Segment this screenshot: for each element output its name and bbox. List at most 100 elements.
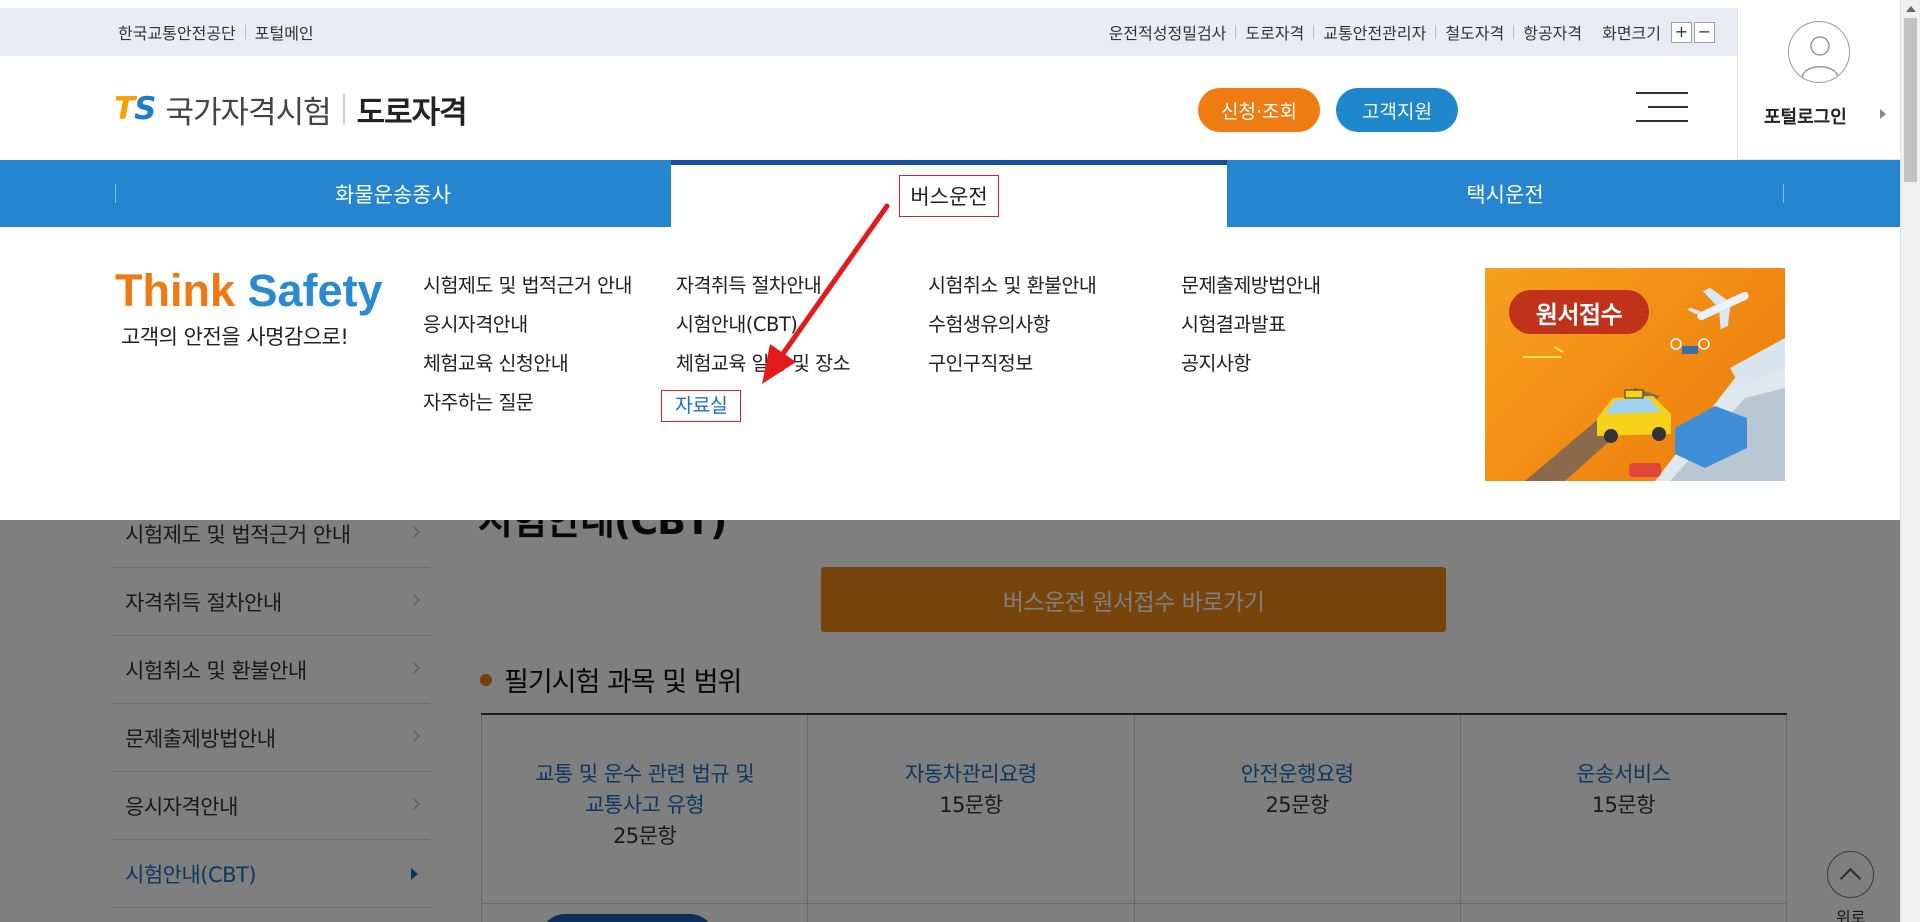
- question-count: 25문항: [612, 824, 677, 848]
- user-icon: [1788, 21, 1850, 83]
- section-title: 필기시험 과목 및 범위: [480, 660, 742, 699]
- portal-login-label: 포털로그인: [1764, 107, 1847, 128]
- menu-line: [1648, 106, 1688, 108]
- utility-right: 운전적성정밀검사 도로자격 교통안전관리자 철도자격 항공자격 화면크기 + −: [1109, 8, 1737, 56]
- zoom-out-button[interactable]: −: [1694, 21, 1715, 43]
- traffic-safety-manager-link[interactable]: 교통안전관리자: [1323, 20, 1426, 44]
- logo-section: 도로자격: [356, 94, 468, 131]
- nav-cargo[interactable]: 화물운송종사: [115, 160, 671, 227]
- sidebar: 시험제도 및 법적근거 안내 자격취득 절차안내 시험취소 및 환불안내 문제출…: [112, 520, 430, 908]
- menu-item[interactable]: 시험결과발표: [1181, 312, 1321, 351]
- caret-right-icon: [1880, 109, 1886, 119]
- ts-logo-mark: TS: [114, 91, 157, 127]
- menu-column-2: 자격취득 절차안내 시험안내(CBT) 체험교육 일정 및 장소 자료실: [661, 273, 851, 429]
- divider: [1235, 25, 1237, 39]
- table-next-row: [481, 903, 1787, 922]
- scroll-thumb[interactable]: [1904, 18, 1917, 182]
- slogan-safety: Safety: [247, 265, 383, 316]
- logo-title: 국가자격시험: [165, 94, 331, 131]
- mega-menu: Think Safety 고객의 안전을 사명감으로! 시험제도 및 법적근거 …: [0, 227, 1900, 520]
- divider: [244, 25, 246, 39]
- sidebar-item[interactable]: 자격취득 절차안내: [112, 568, 430, 636]
- logo-divider: [342, 94, 345, 124]
- railway-qualification-link[interactable]: 철도자격: [1445, 20, 1504, 44]
- utility-left: 한국교통안전공단 포털메인: [118, 8, 314, 56]
- menu-item[interactable]: 수험생유의사항: [928, 312, 1096, 351]
- aviation-qualification-link[interactable]: 항공자격: [1523, 20, 1582, 44]
- table-cell: 운송서비스 15문항: [1461, 715, 1787, 922]
- portal-login[interactable]: 포털로그인: [1737, 8, 1902, 160]
- scrollbar[interactable]: [1900, 0, 1920, 922]
- customer-support-button[interactable]: 고객지원: [1336, 88, 1458, 132]
- question-count: 15문항: [1591, 793, 1656, 817]
- scroll-top-label: 위로: [1836, 908, 1866, 922]
- subject-name: 운송서비스: [1576, 762, 1671, 786]
- page-body: 시험제도 및 법적근거 안내 자격취득 절차안내 시험취소 및 환불안내 문제출…: [0, 520, 1900, 922]
- sidebar-item-label: 문제출제방법안내: [125, 726, 276, 751]
- site-logo[interactable]: TS 국가자격시험 도로자격: [114, 86, 468, 132]
- divider: [1513, 25, 1515, 39]
- menu-item[interactable]: 시험제도 및 법적근거 안내: [423, 273, 632, 312]
- chevron-right-icon: [408, 662, 420, 674]
- page-title: 시험안내(CBT): [478, 520, 727, 543]
- nav-label: 버스운전: [899, 175, 999, 217]
- menu-item[interactable]: 시험안내(CBT): [676, 312, 850, 351]
- nav-bus[interactable]: 버스운전: [671, 160, 1227, 227]
- sidebar-item-label: 시험취소 및 환불안내: [125, 658, 307, 683]
- nav-label: 화물운송종사: [335, 182, 451, 207]
- bullet-icon: [480, 673, 492, 686]
- question-count: 15문항: [939, 793, 1003, 817]
- menu-item-archive-row: 자료실: [661, 390, 850, 429]
- scroll-up-icon[interactable]: [1906, 6, 1916, 12]
- sidebar-item[interactable]: 문제출제방법안내: [112, 704, 430, 772]
- question-count: 25문항: [1265, 793, 1329, 817]
- menu-icon[interactable]: [1636, 92, 1688, 124]
- menu-item[interactable]: 체험교육 신청안내: [423, 351, 632, 390]
- sidebar-item-label: 시험제도 및 법적근거 안내: [125, 522, 351, 547]
- chevron-right-icon: [408, 594, 420, 606]
- menu-item[interactable]: 시험취소 및 환불안내: [928, 273, 1097, 312]
- menu-column-4: 문제출제방법안내 시험결과발표 공지사항: [1181, 273, 1321, 390]
- utility-bar: 한국교통안전공단 포털메인 운전적성정밀검사 도로자격 교통안전관리자 철도자격…: [0, 8, 1737, 56]
- divider: [1435, 25, 1437, 39]
- menu-item[interactable]: 문제출제방법안내: [1181, 273, 1321, 312]
- sidebar-item[interactable]: 응시자격안내: [112, 772, 430, 840]
- exam-subject-table: 교통 및 운수 관련 법규 및 교통사고 유형 25문항 자동차관리요령 15문…: [481, 713, 1787, 922]
- menu-column-1: 시험제도 및 법적근거 안내 응시자격안내 체험교육 신청안내 자주하는 질문: [423, 273, 632, 429]
- sidebar-item[interactable]: 시험제도 및 법적근거 안내: [112, 520, 430, 568]
- road-qualification-link[interactable]: 도로자격: [1245, 20, 1304, 44]
- tab-pill[interactable]: [540, 914, 715, 922]
- table-cell: 자동차관리요령 15문항: [808, 715, 1135, 922]
- portal-main-link[interactable]: 포털메인: [255, 20, 314, 44]
- sidebar-item[interactable]: 시험취소 및 환불안내: [112, 636, 430, 704]
- slogan-subtitle: 고객의 안전을 사명감으로!: [121, 325, 349, 349]
- scroll-top-button[interactable]: [1827, 851, 1874, 898]
- table-cell: 교통 및 운수 관련 법규 및 교통사고 유형 25문항: [481, 715, 809, 922]
- sidebar-item-active[interactable]: 시험안내(CBT): [112, 840, 430, 908]
- zoom-in-button[interactable]: +: [1671, 21, 1692, 43]
- menu-column-3: 시험취소 및 환불안내 수험생유의사항 구인구직정보: [928, 273, 1097, 390]
- menu-item-archive[interactable]: 자료실: [661, 390, 742, 422]
- menu-item[interactable]: 자격취득 절차안내: [676, 273, 850, 312]
- bus-apply-shortcut-button[interactable]: 버스운전 원서접수 바로가기: [821, 567, 1446, 632]
- menu-item[interactable]: 공지사항: [1181, 351, 1321, 390]
- menu-item[interactable]: 구인구직정보: [928, 351, 1096, 390]
- menu-item[interactable]: 응시자격안내: [423, 312, 632, 351]
- aptitude-test-link[interactable]: 운전적성정밀검사: [1109, 20, 1227, 44]
- sidebar-item-label: 응시자격안내: [125, 794, 238, 819]
- slogan-think: Think: [115, 265, 235, 316]
- application-banner[interactable]: 원서접수: [1485, 268, 1785, 481]
- nav-label: 택시운전: [1466, 182, 1544, 207]
- nav-divider: [1783, 184, 1784, 203]
- menu-item[interactable]: 체험교육 일정 및 장소: [676, 351, 851, 390]
- apply-inquiry-button[interactable]: 신청·조회: [1198, 88, 1320, 132]
- menu-line: [1636, 92, 1688, 94]
- menu-line: [1636, 120, 1688, 122]
- kotsa-link[interactable]: 한국교통안전공단: [118, 20, 236, 44]
- table-cell: 안전운행요령 25문항: [1135, 715, 1461, 922]
- sidebar-item-label: 자격취득 절차안내: [125, 590, 282, 615]
- menu-item[interactable]: 자주하는 질문: [423, 390, 632, 429]
- section-title-text: 필기시험 과목 및 범위: [504, 667, 742, 698]
- nav-taxi[interactable]: 택시운전: [1227, 160, 1783, 227]
- site-header: TS 국가자격시험 도로자격 신청·조회 고객지원: [0, 56, 1737, 160]
